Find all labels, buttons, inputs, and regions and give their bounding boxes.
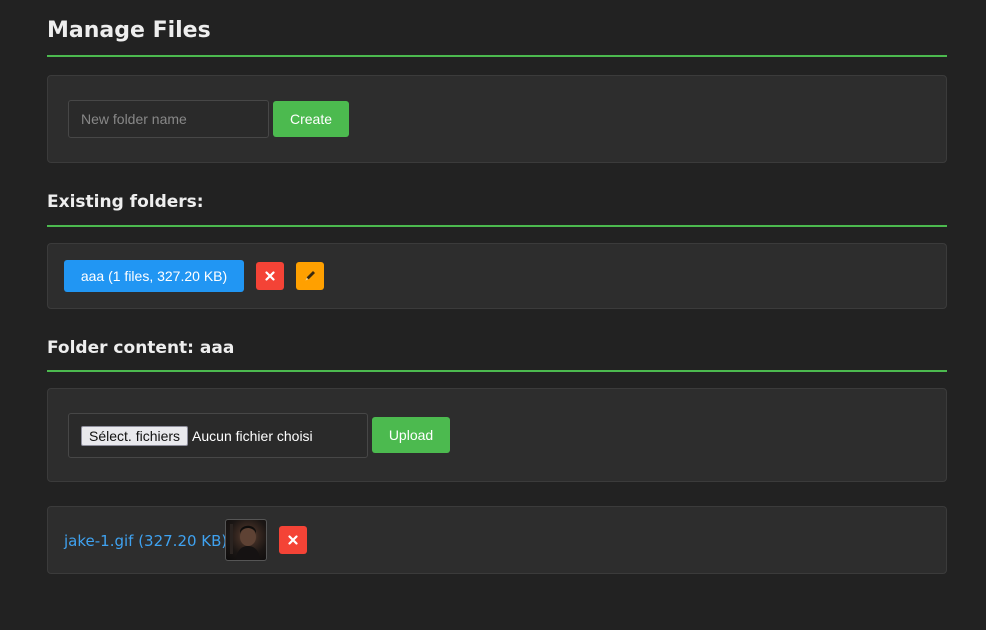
folder-item-aaa[interactable]: aaa (1 files, 327.20 KB) (64, 260, 244, 292)
manage-files-page: Manage Files New folder name Create Exis… (47, 0, 947, 574)
close-icon (288, 535, 298, 545)
close-icon (265, 271, 275, 281)
upload-button[interactable]: Upload (372, 417, 450, 453)
existing-folders-heading: Existing folders: (47, 192, 947, 227)
rename-folder-button[interactable] (296, 262, 324, 290)
delete-file-button[interactable] (279, 526, 307, 554)
new-folder-input[interactable]: New folder name (68, 100, 269, 138)
folder-content-heading: Folder content: aaa (47, 338, 947, 372)
upload-panel: Sélect. fichiers Aucun fichier choisi Up… (47, 388, 947, 482)
pencil-icon (305, 271, 315, 281)
file-picker[interactable]: Sélect. fichiers Aucun fichier choisi (68, 413, 368, 458)
picker-status: Aucun fichier choisi (192, 427, 313, 444)
page-title: Manage Files (47, 0, 947, 57)
create-folder-button[interactable]: Create (273, 101, 349, 137)
new-folder-placeholder: New folder name (81, 111, 187, 127)
select-files-button[interactable]: Sélect. fichiers (81, 425, 189, 446)
folder-list-panel: aaa (1 files, 327.20 KB) (47, 243, 947, 309)
create-folder-panel: New folder name Create (47, 75, 947, 163)
image-thumbnail[interactable] (225, 519, 267, 561)
thumbnail-figure (230, 524, 260, 560)
file-link[interactable]: jake-1.gif (327.20 KB) (64, 532, 227, 550)
file-list-panel: jake-1.gif (327.20 KB) (47, 506, 947, 574)
delete-folder-button[interactable] (256, 262, 284, 290)
